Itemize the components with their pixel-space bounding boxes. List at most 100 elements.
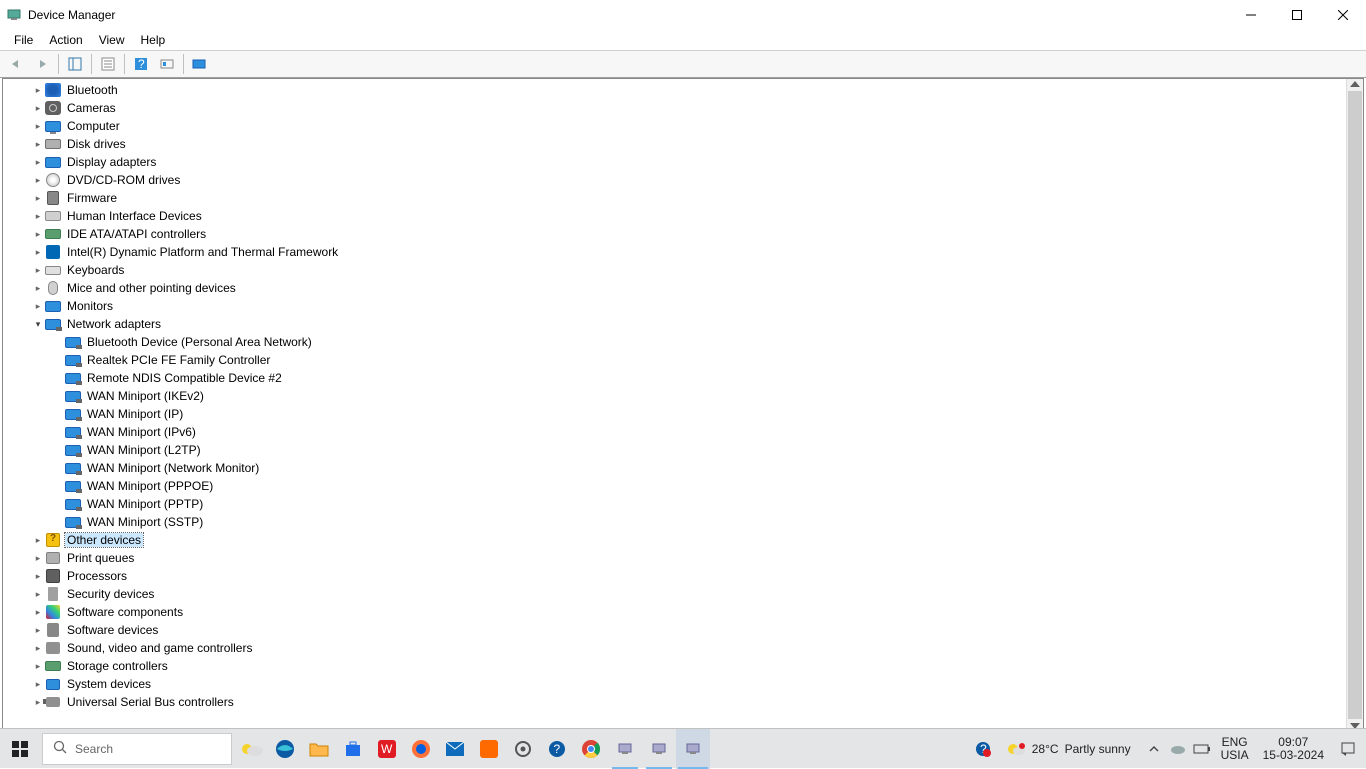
taskbar-mail[interactable] — [438, 729, 472, 769]
taskbar-devmgr-3[interactable] — [676, 729, 710, 769]
expand-arrow-icon[interactable]: ▸ — [31, 265, 45, 276]
expand-arrow-icon[interactable]: ▸ — [31, 211, 45, 222]
category-cpu[interactable]: ▸Processors — [3, 567, 1346, 585]
forward-button[interactable] — [30, 53, 54, 75]
notifications-button[interactable] — [1334, 729, 1362, 769]
menu-action[interactable]: Action — [41, 31, 90, 49]
taskbar-edge[interactable] — [268, 729, 302, 769]
expand-arrow-icon[interactable]: ▸ — [31, 247, 45, 258]
tray-lang[interactable]: ENG USIA — [1217, 736, 1253, 762]
device-item[interactable]: WAN Miniport (PPTP) — [3, 495, 1346, 513]
taskbar-firefox[interactable] — [404, 729, 438, 769]
expand-arrow-icon[interactable]: ▸ — [31, 571, 45, 582]
expand-arrow-icon[interactable]: ▸ — [31, 229, 45, 240]
expand-arrow-icon[interactable]: ▸ — [31, 157, 45, 168]
properties-button[interactable] — [96, 53, 120, 75]
expand-arrow-icon[interactable]: ▸ — [31, 625, 45, 636]
category-mouse[interactable]: ▸Mice and other pointing devices — [3, 279, 1346, 297]
category-fw[interactable]: ▸Firmware — [3, 189, 1346, 207]
category-mon[interactable]: ▸Monitors — [3, 297, 1346, 315]
category-comp[interactable]: ▸Computer — [3, 117, 1346, 135]
taskbar-devmgr-1[interactable] — [608, 729, 642, 769]
taskbar-settings[interactable] — [506, 729, 540, 769]
expand-arrow-icon[interactable]: ▸ — [31, 85, 45, 96]
back-button[interactable] — [4, 53, 28, 75]
show-hide-tree-button[interactable] — [63, 53, 87, 75]
expand-arrow-icon[interactable]: ▸ — [31, 661, 45, 672]
expand-arrow-icon[interactable]: ▸ — [31, 679, 45, 690]
taskbar-explorer[interactable] — [302, 729, 336, 769]
device-item[interactable]: WAN Miniport (IP) — [3, 405, 1346, 423]
device-item[interactable]: WAN Miniport (L2TP) — [3, 441, 1346, 459]
taskbar-weather-widget[interactable] — [234, 729, 268, 769]
taskbar-help[interactable]: ? — [540, 729, 574, 769]
device-item[interactable]: WAN Miniport (IKEv2) — [3, 387, 1346, 405]
device-item[interactable]: WAN Miniport (PPPOE) — [3, 477, 1346, 495]
expand-arrow-icon[interactable]: ▸ — [31, 589, 45, 600]
taskbar-app-orange[interactable] — [472, 729, 506, 769]
device-tree[interactable]: ▸Bluetooth▸Cameras▸Computer▸Disk drives▸… — [3, 79, 1346, 731]
category-usb[interactable]: ▸Universal Serial Bus controllers — [3, 693, 1346, 711]
minimize-button[interactable] — [1228, 0, 1274, 30]
category-dvd[interactable]: ▸DVD/CD-ROM drives — [3, 171, 1346, 189]
category-disk[interactable]: ▸Disk drives — [3, 135, 1346, 153]
tray-chevron-icon[interactable] — [1145, 729, 1163, 769]
taskbar-app-red[interactable]: W — [370, 729, 404, 769]
expand-arrow-icon[interactable]: ▸ — [31, 103, 45, 114]
expand-arrow-icon[interactable]: ▸ — [31, 175, 45, 186]
scrollbar[interactable] — [1346, 79, 1363, 731]
tray-clock[interactable]: 09:07 15-03-2024 — [1259, 736, 1328, 762]
category-kb[interactable]: ▸Keyboards — [3, 261, 1346, 279]
device-item[interactable]: WAN Miniport (IPv6) — [3, 423, 1346, 441]
category-disp[interactable]: ▸Display adapters — [3, 153, 1346, 171]
category-swc[interactable]: ▸Software components — [3, 603, 1346, 621]
category-swd[interactable]: ▸Software devices — [3, 621, 1346, 639]
scan-hardware-button[interactable] — [155, 53, 179, 75]
category-ide[interactable]: ▸IDE ATA/ATAPI controllers — [3, 225, 1346, 243]
taskbar-devmgr-2[interactable] — [642, 729, 676, 769]
tray-security-icon[interactable]: ? — [974, 729, 992, 769]
device-item[interactable]: Bluetooth Device (Personal Area Network) — [3, 333, 1346, 351]
category-sec[interactable]: ▸Security devices — [3, 585, 1346, 603]
expand-arrow-icon[interactable]: ▸ — [31, 607, 45, 618]
collapse-arrow-icon[interactable]: ▾ — [31, 319, 45, 330]
expand-arrow-icon[interactable]: ▸ — [31, 283, 45, 294]
expand-arrow-icon[interactable]: ▸ — [31, 535, 45, 546]
category-bt[interactable]: ▸Bluetooth — [3, 81, 1346, 99]
tray-onedrive-icon[interactable] — [1169, 729, 1187, 769]
svg-text:W: W — [381, 742, 393, 756]
tray-weather[interactable]: 28°C Partly sunny — [998, 740, 1139, 758]
category-prn[interactable]: ▸Print queues — [3, 549, 1346, 567]
category-snd[interactable]: ▸Sound, video and game controllers — [3, 639, 1346, 657]
close-button[interactable] — [1320, 0, 1366, 30]
category-net[interactable]: ▾Network adapters — [3, 315, 1346, 333]
start-button[interactable] — [0, 729, 40, 769]
expand-arrow-icon[interactable]: ▸ — [31, 121, 45, 132]
category-cam[interactable]: ▸Cameras — [3, 99, 1346, 117]
help-button[interactable]: ? — [129, 53, 153, 75]
expand-arrow-icon[interactable]: ▸ — [31, 139, 45, 150]
category-sys[interactable]: ▸System devices — [3, 675, 1346, 693]
menu-help[interactable]: Help — [133, 31, 174, 49]
device-item[interactable]: Realtek PCIe FE Family Controller — [3, 351, 1346, 369]
device-item[interactable]: WAN Miniport (SSTP) — [3, 513, 1346, 531]
show-devices-button[interactable] — [188, 53, 212, 75]
expand-arrow-icon[interactable]: ▸ — [31, 301, 45, 312]
category-stor[interactable]: ▸Storage controllers — [3, 657, 1346, 675]
taskbar-chrome[interactable] — [574, 729, 608, 769]
maximize-button[interactable] — [1274, 0, 1320, 30]
expand-arrow-icon[interactable]: ▸ — [31, 553, 45, 564]
taskbar-store[interactable] — [336, 729, 370, 769]
expand-arrow-icon[interactable]: ▸ — [31, 193, 45, 204]
menu-file[interactable]: File — [6, 31, 41, 49]
category-intel[interactable]: ▸Intel(R) Dynamic Platform and Thermal F… — [3, 243, 1346, 261]
device-item[interactable]: Remote NDIS Compatible Device #2 — [3, 369, 1346, 387]
search-box[interactable]: Search — [42, 733, 232, 765]
tray-battery-icon[interactable] — [1193, 729, 1211, 769]
category-oth[interactable]: ▸Other devices — [3, 531, 1346, 549]
menu-view[interactable]: View — [91, 31, 133, 49]
device-item[interactable]: WAN Miniport (Network Monitor) — [3, 459, 1346, 477]
expand-arrow-icon[interactable]: ▸ — [31, 643, 45, 654]
scrollbar-thumb[interactable] — [1348, 91, 1362, 719]
category-hid[interactable]: ▸Human Interface Devices — [3, 207, 1346, 225]
